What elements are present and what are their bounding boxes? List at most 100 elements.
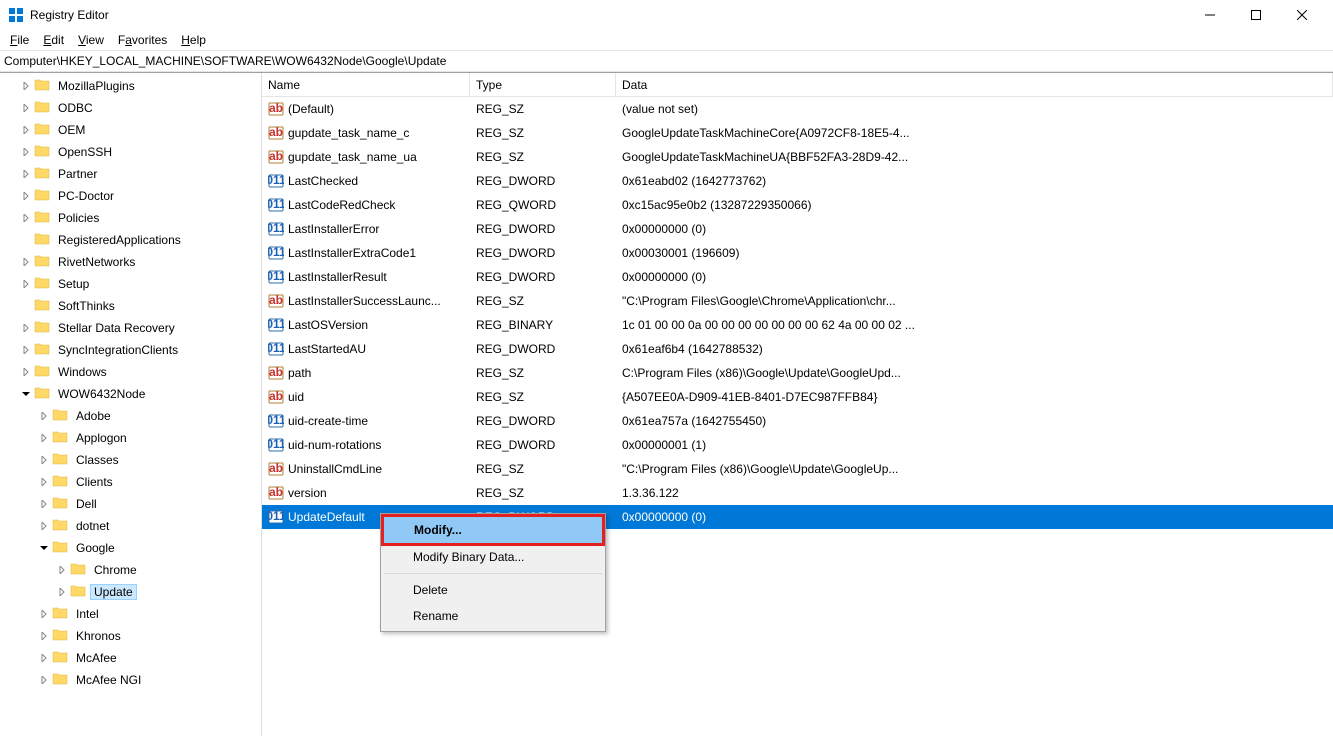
tree-item[interactable]: Applogon (0, 427, 261, 449)
expand-icon[interactable] (36, 496, 52, 512)
tree-item[interactable]: WOW6432Node (0, 383, 261, 405)
expand-icon[interactable] (18, 254, 34, 270)
expand-icon[interactable] (36, 606, 52, 622)
tree-item[interactable]: Update (0, 581, 261, 603)
expand-icon[interactable] (18, 276, 34, 292)
minimize-button[interactable] (1187, 0, 1233, 30)
address-text: Computer\HKEY_LOCAL_MACHINE\SOFTWARE\WOW… (4, 54, 446, 68)
value-data: C:\Program Files (x86)\Google\Update\Goo… (616, 366, 986, 380)
tree-item[interactable]: dotnet (0, 515, 261, 537)
value-row[interactable]: abuidREG_SZ{A507EE0A-D909-41EB-8401-D7EC… (262, 385, 1333, 409)
folder-icon (70, 583, 90, 602)
tree-item[interactable]: OEM (0, 119, 261, 141)
column-data[interactable]: Data (616, 73, 1333, 96)
menu-edit[interactable]: Edit (37, 31, 70, 49)
close-button[interactable] (1279, 0, 1325, 30)
expand-icon[interactable] (18, 386, 34, 402)
tree-item[interactable]: Google (0, 537, 261, 559)
value-row[interactable]: 011uid-num-rotationsREG_DWORD0x00000001 … (262, 433, 1333, 457)
expand-icon[interactable] (36, 452, 52, 468)
menu-view[interactable]: View (72, 31, 110, 49)
tree-item[interactable]: Khronos (0, 625, 261, 647)
value-name: LastInstallerSuccessLaunc... (288, 294, 441, 308)
value-row[interactable]: 011LastInstallerResultREG_DWORD0x0000000… (262, 265, 1333, 289)
tree-scroll[interactable]: MozillaPluginsODBCOEMOpenSSHPartnerPC-Do… (0, 73, 261, 736)
expand-icon[interactable] (18, 364, 34, 380)
context-menu-modify-binary[interactable]: Modify Binary Data... (383, 544, 603, 570)
column-name[interactable]: Name (262, 73, 470, 96)
tree-item[interactable]: Intel (0, 603, 261, 625)
value-row[interactable]: abgupdate_task_name_cREG_SZGoogleUpdateT… (262, 121, 1333, 145)
value-row[interactable]: abversionREG_SZ1.3.36.122 (262, 481, 1333, 505)
value-name-cell: 011uid-num-rotations (262, 437, 470, 453)
tree-item[interactable]: OpenSSH (0, 141, 261, 163)
value-row[interactable]: abUninstallCmdLineREG_SZ"C:\Program File… (262, 457, 1333, 481)
value-row[interactable]: abgupdate_task_name_uaREG_SZGoogleUpdate… (262, 145, 1333, 169)
value-name-cell: abLastInstallerSuccessLaunc... (262, 293, 470, 309)
value-name-cell: abUninstallCmdLine (262, 461, 470, 477)
tree-item[interactable]: SyncIntegrationClients (0, 339, 261, 361)
tree-item[interactable]: Chrome (0, 559, 261, 581)
expand-icon[interactable] (36, 540, 52, 556)
expand-icon[interactable] (54, 584, 70, 600)
context-menu-delete[interactable]: Delete (383, 577, 603, 603)
expand-icon[interactable] (54, 562, 70, 578)
tree-item[interactable]: Windows (0, 361, 261, 383)
expand-icon[interactable] (18, 320, 34, 336)
context-menu-rename[interactable]: Rename (383, 603, 603, 629)
tree-item[interactable]: Adobe (0, 405, 261, 427)
context-menu-modify[interactable]: Modify... (381, 514, 605, 546)
value-row[interactable]: 011LastOSVersionREG_BINARY1c 01 00 00 0a… (262, 313, 1333, 337)
expand-icon[interactable] (18, 144, 34, 160)
tree-item[interactable]: RegisteredApplications (0, 229, 261, 251)
menu-favorites[interactable]: Favorites (112, 31, 173, 49)
value-name-cell: 011LastInstallerExtraCode1 (262, 245, 470, 261)
value-row[interactable]: 011LastInstallerErrorREG_DWORD0x00000000… (262, 217, 1333, 241)
value-type: REG_DWORD (470, 270, 616, 284)
expand-icon[interactable] (36, 650, 52, 666)
menu-help[interactable]: Help (175, 31, 212, 49)
value-row[interactable]: 011LastInstallerExtraCode1REG_DWORD0x000… (262, 241, 1333, 265)
tree-item[interactable]: PC-Doctor (0, 185, 261, 207)
expand-icon[interactable] (36, 430, 52, 446)
address-bar[interactable]: Computer\HKEY_LOCAL_MACHINE\SOFTWARE\WOW… (0, 50, 1333, 72)
value-row[interactable]: ab(Default)REG_SZ(value not set) (262, 97, 1333, 121)
value-row[interactable]: abpathREG_SZC:\Program Files (x86)\Googl… (262, 361, 1333, 385)
expand-icon[interactable] (18, 188, 34, 204)
tree-item-label: Google (72, 540, 119, 556)
value-row[interactable]: 011uid-create-timeREG_DWORD0x61ea757a (1… (262, 409, 1333, 433)
value-row[interactable]: 011LastStartedAUREG_DWORD0x61eaf6b4 (164… (262, 337, 1333, 361)
tree-item[interactable]: Partner (0, 163, 261, 185)
value-data: 0x00030001 (196609) (616, 246, 986, 260)
tree-item[interactable]: MozillaPlugins (0, 75, 261, 97)
tree-item[interactable]: RivetNetworks (0, 251, 261, 273)
tree-item[interactable]: Classes (0, 449, 261, 471)
expand-icon[interactable] (18, 166, 34, 182)
expand-icon[interactable] (18, 78, 34, 94)
expand-icon[interactable] (36, 672, 52, 688)
value-row[interactable]: 011LastCodeRedCheckREG_QWORD0xc15ac95e0b… (262, 193, 1333, 217)
menu-file[interactable]: Filedocument.currentScript.previousEleme… (4, 31, 35, 49)
tree-item[interactable]: Policies (0, 207, 261, 229)
tree-item[interactable]: SoftThinks (0, 295, 261, 317)
tree-item[interactable]: McAfee NGI (0, 669, 261, 691)
tree-item[interactable]: ODBC (0, 97, 261, 119)
maximize-button[interactable] (1233, 0, 1279, 30)
column-type[interactable]: Type (470, 73, 616, 96)
tree-item[interactable]: Clients (0, 471, 261, 493)
tree-item[interactable]: Dell (0, 493, 261, 515)
value-row[interactable]: 011LastCheckedREG_DWORD0x61eabd02 (16427… (262, 169, 1333, 193)
expand-icon[interactable] (36, 518, 52, 534)
expand-icon[interactable] (36, 474, 52, 490)
expand-icon[interactable] (18, 100, 34, 116)
expand-icon[interactable] (18, 122, 34, 138)
value-row[interactable]: abLastInstallerSuccessLaunc...REG_SZ"C:\… (262, 289, 1333, 313)
tree-item[interactable]: McAfee (0, 647, 261, 669)
expand-icon[interactable] (18, 210, 34, 226)
expand-icon[interactable] (18, 342, 34, 358)
value-name: uid-create-time (288, 414, 368, 428)
expand-icon[interactable] (36, 628, 52, 644)
expand-icon[interactable] (36, 408, 52, 424)
tree-item[interactable]: Setup (0, 273, 261, 295)
tree-item[interactable]: Stellar Data Recovery (0, 317, 261, 339)
